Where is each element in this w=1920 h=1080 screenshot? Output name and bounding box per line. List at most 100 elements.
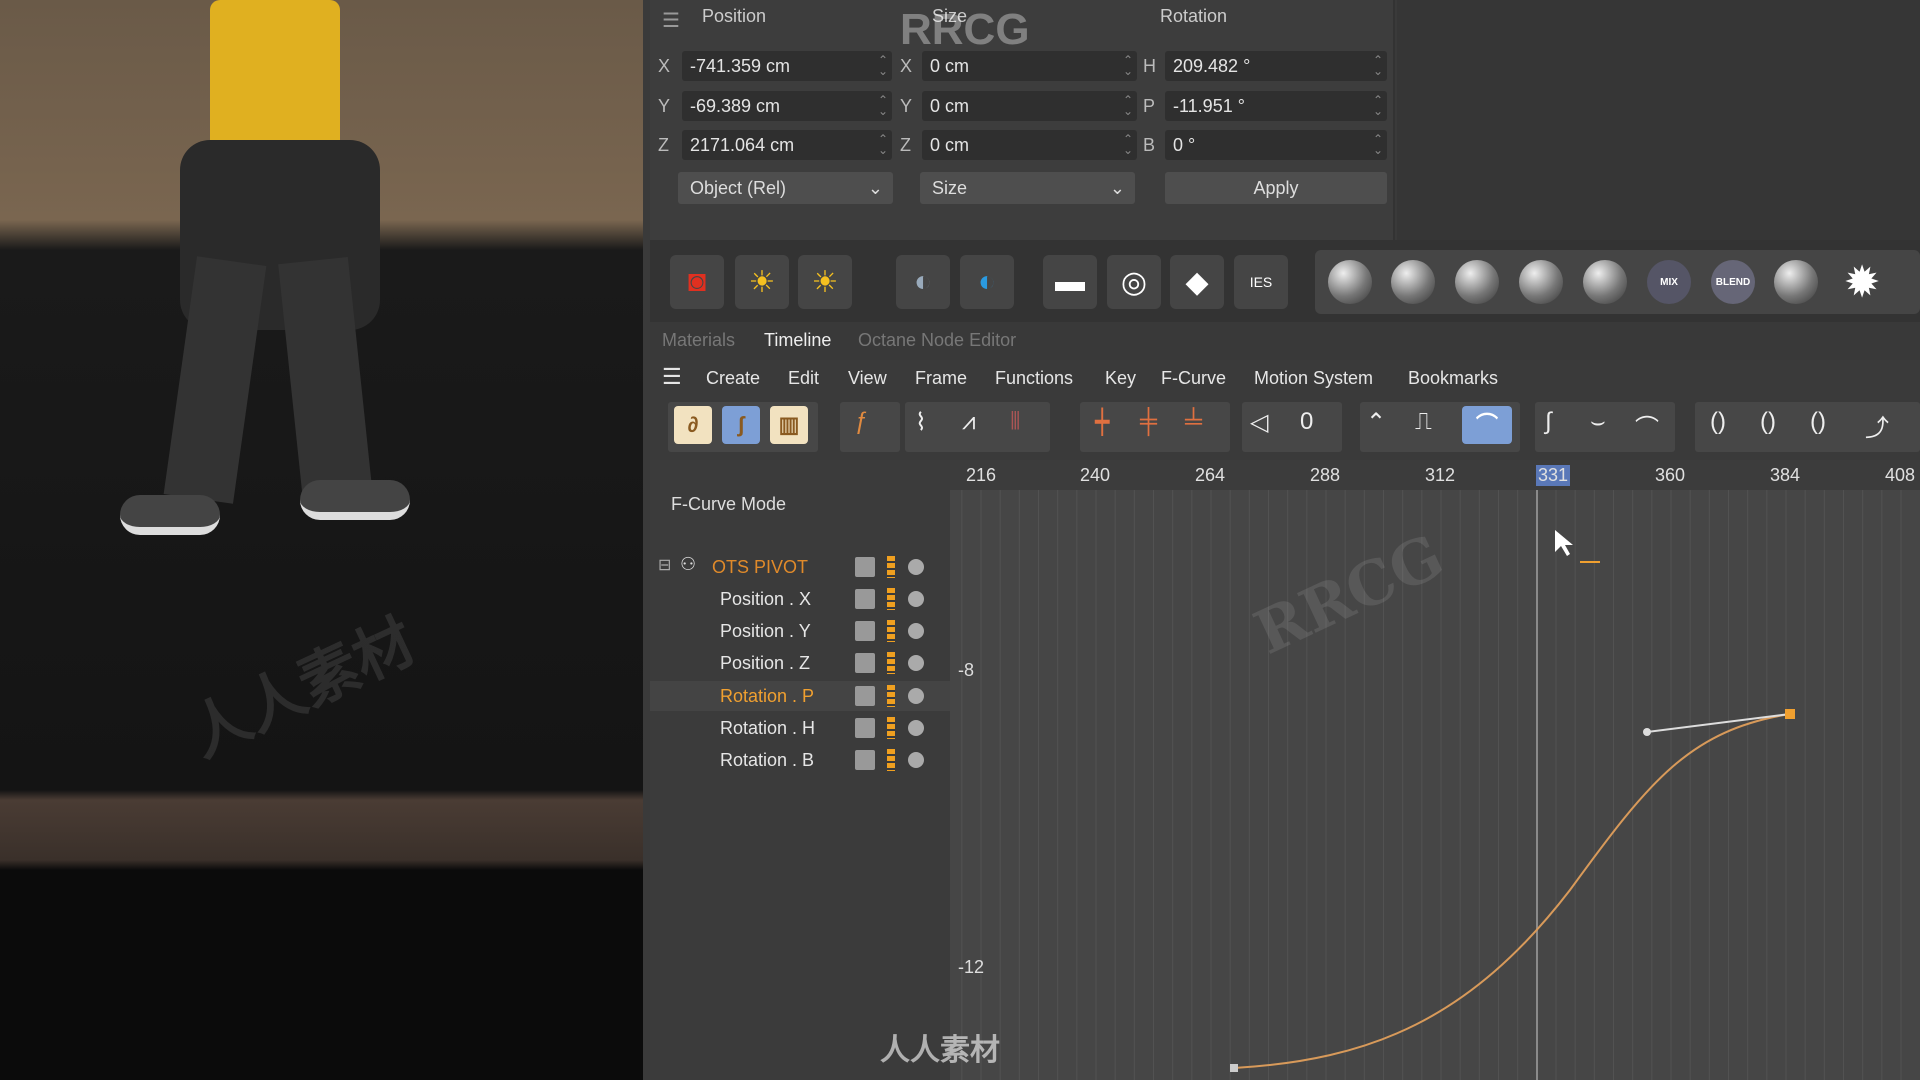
spline-interpolation-icon[interactable]: ⌒	[1462, 406, 1512, 444]
render-camera-icon[interactable]: ◙	[670, 255, 724, 309]
enable-checkbox[interactable]	[855, 653, 875, 673]
track-row[interactable]: ⊟ ⚇ OTS PIVOT	[650, 552, 950, 582]
area-light-icon[interactable]: ▬	[1043, 255, 1097, 309]
3d-viewport[interactable]	[0, 0, 643, 1080]
solo-toggle[interactable]	[908, 752, 924, 768]
track-row[interactable]: Position . Y	[650, 616, 950, 646]
size-mode-dropdown[interactable]: Size ⌄	[920, 172, 1135, 204]
mix-material-icon[interactable]: MIX	[1647, 260, 1691, 304]
axis-label: Z	[900, 135, 911, 155]
value-label: -12	[958, 957, 985, 977]
solo-toggle[interactable]	[908, 655, 924, 671]
key-mode-icon[interactable]: ∂	[674, 406, 712, 444]
ies-light-icon[interactable]: IES	[1234, 255, 1288, 309]
menu-icon[interactable]: ☰	[662, 8, 680, 33]
step-interpolation-icon[interactable]: ⎍	[1415, 408, 1432, 436]
enable-checkbox[interactable]	[855, 718, 875, 738]
track-row[interactable]: Rotation . B	[650, 745, 950, 775]
collapse-icon[interactable]: ⊟	[658, 555, 671, 575]
menu-frame[interactable]: Frame	[915, 368, 967, 389]
ease-in-icon[interactable]: ⌣	[1590, 408, 1606, 436]
motion-mode-icon[interactable]: ▥	[770, 406, 808, 444]
menu-key[interactable]: Key	[1105, 368, 1136, 389]
specular-material-icon[interactable]	[1455, 260, 1499, 304]
curve-canvas[interactable]	[950, 460, 1920, 1080]
daylight-icon[interactable]: ☀	[798, 255, 852, 309]
current-frame-marker[interactable]: 331	[1536, 465, 1571, 486]
enable-checkbox[interactable]	[855, 686, 875, 706]
menu-create[interactable]: Create	[706, 368, 760, 389]
solo-toggle[interactable]	[908, 688, 924, 704]
track-row[interactable]: Position . X	[650, 584, 950, 614]
rotation-p-field[interactable]: -11.951 ° ⌃ ⌄	[1165, 91, 1387, 121]
blend-material-icon[interactable]: BLEND	[1711, 260, 1755, 304]
frame-ruler[interactable]: 216 240 264 288 312 360 384 408 331	[950, 460, 1920, 490]
axis-label: Y	[658, 96, 671, 116]
ease-out-icon[interactable]: ⌒	[1635, 408, 1659, 443]
ease-ease-icon[interactable]: ∫	[1545, 408, 1552, 436]
texture-environment-icon[interactable]: ◐	[960, 255, 1014, 309]
hdri-environment-icon[interactable]: ◐	[896, 255, 950, 309]
tab-octane-node-editor[interactable]: Octane Node Editor	[858, 330, 1016, 351]
null-object-icon: ⚇	[680, 554, 697, 574]
menu-bookmarks[interactable]: Bookmarks	[1408, 368, 1498, 389]
menu-edit[interactable]: Edit	[788, 368, 819, 389]
solo-toggle[interactable]	[908, 559, 924, 575]
position-z-field[interactable]: 2171.064 cm ⌃ ⌄	[682, 130, 892, 160]
size-z-field[interactable]: 0 cm ⌃ ⌄	[922, 130, 1137, 160]
solo-toggle[interactable]	[908, 623, 924, 639]
portal-material-icon[interactable]	[1774, 260, 1818, 304]
spot-light-icon[interactable]: ◆	[1170, 255, 1224, 309]
auto-tangent-icon[interactable]: ⤴	[1865, 408, 1889, 443]
function-curve-icon[interactable]: ƒ	[855, 408, 868, 436]
tab-materials[interactable]: Materials	[662, 330, 735, 351]
add-keys-icon[interactable]: ╪	[1140, 408, 1157, 436]
solo-toggle[interactable]	[908, 591, 924, 607]
glossy-material-icon[interactable]	[1391, 260, 1435, 304]
f-curve-mode-icon[interactable]: ʃ	[722, 406, 760, 444]
chevron-down-icon: ⌄	[1109, 178, 1125, 198]
clamp-tangent-icon[interactable]: ()	[1710, 408, 1726, 436]
diffuse-material-icon[interactable]	[1328, 260, 1372, 304]
f-curve-graph[interactable]: -8 -12	[950, 460, 1920, 1080]
track-row[interactable]: Position . Z	[650, 648, 950, 678]
menu-motion-system[interactable]: Motion System	[1254, 368, 1373, 389]
toon-material-icon[interactable]	[1583, 260, 1627, 304]
enable-checkbox[interactable]	[855, 750, 875, 770]
track-row[interactable]: Rotation . H	[650, 713, 950, 743]
tab-timeline[interactable]: Timeline	[764, 330, 831, 351]
rotation-b-field[interactable]: 0 ° ⌃ ⌄	[1165, 130, 1387, 160]
gear-shape-icon[interactable]: ✹	[1835, 255, 1889, 309]
rotation-h-field[interactable]: 209.482 ° ⌃ ⌄	[1165, 51, 1387, 81]
frame-selected-icon[interactable]: ⌇	[915, 408, 927, 437]
targeted-light-icon[interactable]: ◎	[1107, 255, 1161, 309]
frame-preview-icon[interactable]: ⦀	[1010, 408, 1021, 436]
menu-f-curve[interactable]: F-Curve	[1161, 368, 1226, 389]
sun-light-icon[interactable]: ☀	[735, 255, 789, 309]
lock-tangent-icon[interactable]: ()	[1810, 408, 1826, 436]
axis-label: H	[1143, 56, 1156, 76]
position-x-field[interactable]: -741.359 cm ⌃ ⌄	[682, 51, 892, 81]
metallic-material-icon[interactable]	[1519, 260, 1563, 304]
enable-checkbox[interactable]	[855, 557, 875, 577]
enable-checkbox[interactable]	[855, 621, 875, 641]
menu-view[interactable]: View	[848, 368, 887, 389]
zero-length-icon[interactable]: 0	[1300, 408, 1313, 436]
solo-toggle[interactable]	[908, 720, 924, 736]
coordinate-mode-dropdown[interactable]: Object (Rel) ⌄	[678, 172, 893, 204]
size-y-field[interactable]: 0 cm ⌃ ⌄	[922, 91, 1137, 121]
add-key-icon[interactable]: ┿	[1095, 408, 1109, 437]
enable-checkbox[interactable]	[855, 589, 875, 609]
apply-button[interactable]: Apply	[1165, 172, 1387, 204]
track-row-selected[interactable]: Rotation . P	[650, 681, 950, 711]
linear-interpolation-icon[interactable]: ⌃	[1366, 408, 1386, 437]
track-color-icon	[887, 749, 895, 771]
size-x-field[interactable]: 0 cm ⌃ ⌄	[922, 51, 1137, 81]
menu-functions[interactable]: Functions	[995, 368, 1073, 389]
position-y-field[interactable]: -69.389 cm ⌃ ⌄	[682, 91, 892, 121]
hamburger-menu-icon[interactable]: ☰	[662, 364, 682, 390]
zero-angle-icon[interactable]: ◁	[1250, 408, 1268, 437]
frame-all-icon[interactable]: ⩘	[962, 408, 976, 436]
delete-key-icon[interactable]: ╧	[1185, 408, 1202, 436]
break-tangent-icon[interactable]: ()	[1760, 408, 1776, 436]
